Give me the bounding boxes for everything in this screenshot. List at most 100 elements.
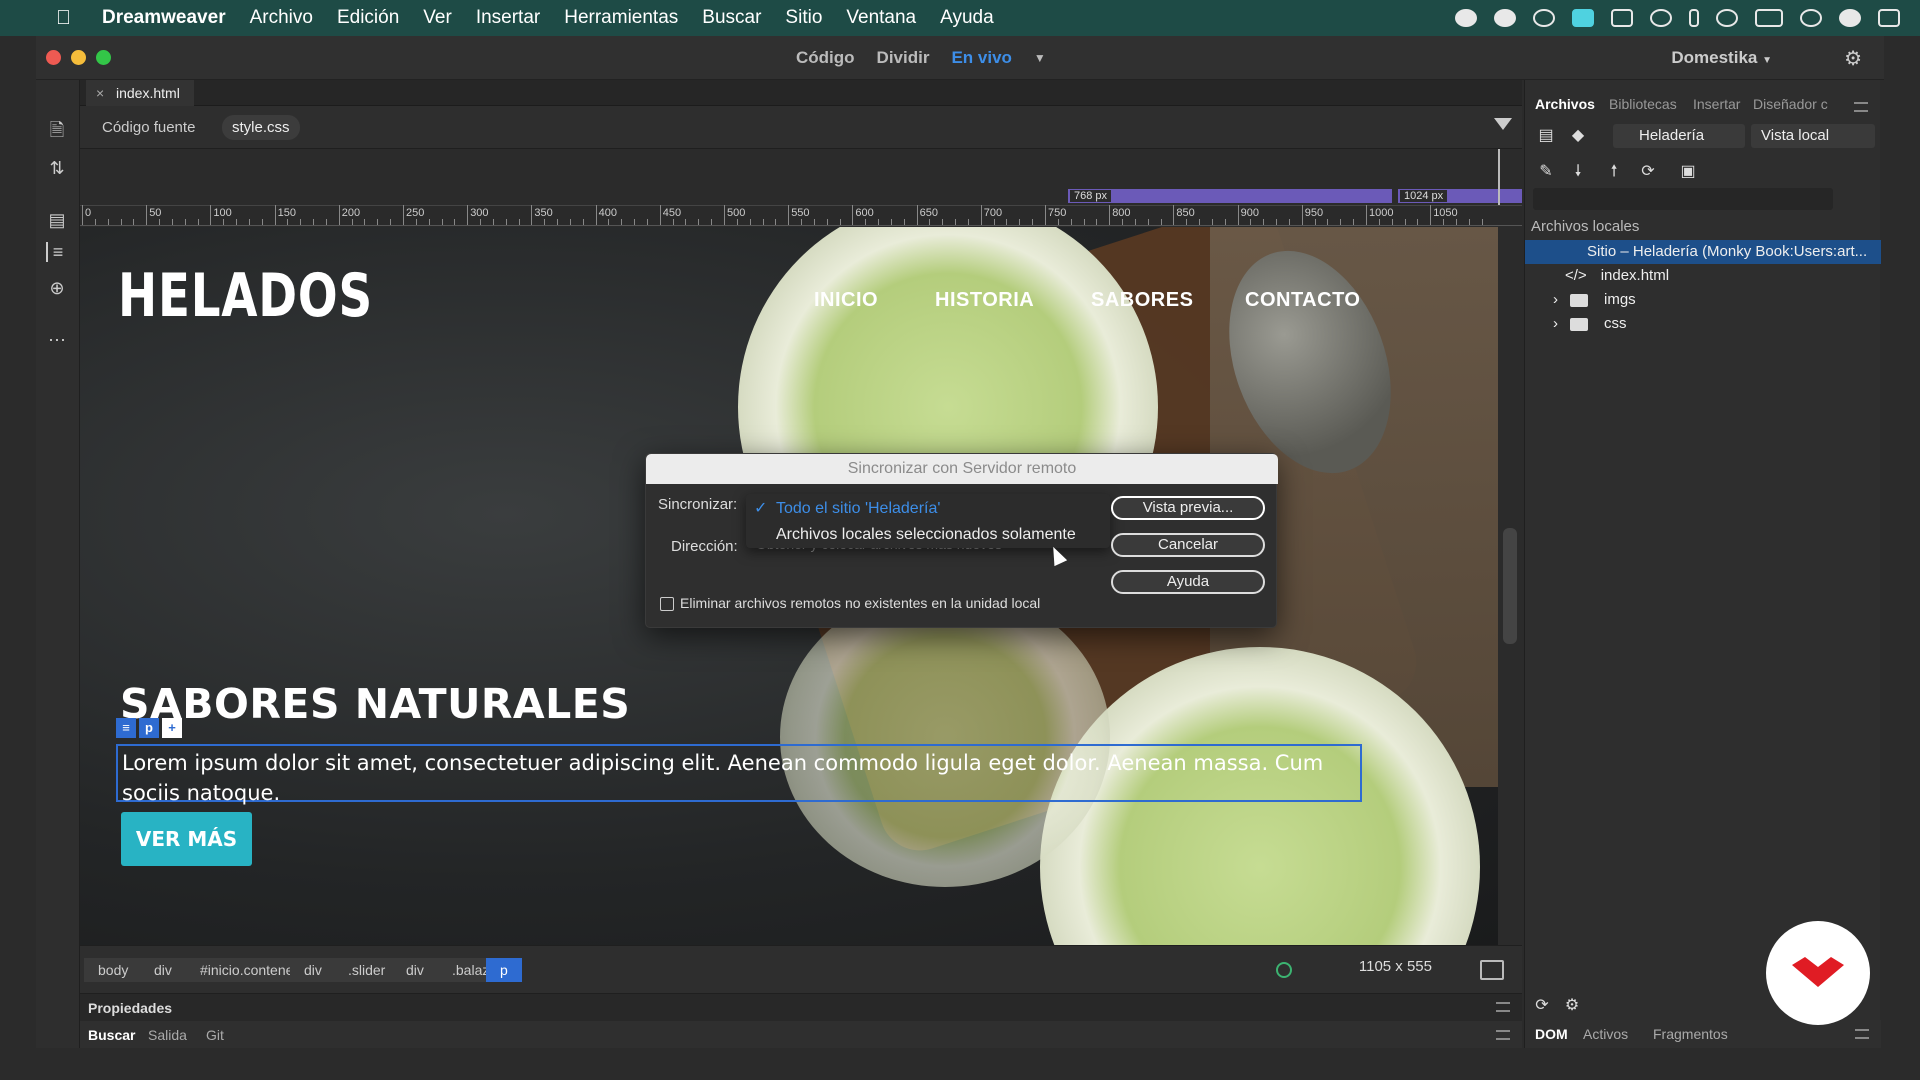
sync-option-selected[interactable]: Archivos locales seleccionados solamente [746, 522, 1110, 548]
tag-crumb[interactable]: div [392, 958, 438, 982]
tab-fragmentos[interactable]: Fragmentos [1653, 1026, 1728, 1042]
tab-archivos[interactable]: Archivos [1535, 96, 1595, 112]
chevron-down-icon[interactable]: ▼ [1034, 51, 1046, 65]
cloud-icon[interactable] [1494, 9, 1516, 27]
properties-icon[interactable]: ▤ [46, 210, 68, 230]
tab-dom[interactable]: DOM [1535, 1026, 1568, 1042]
outline-icon[interactable]: ≡ [46, 242, 68, 262]
tag-crumb[interactable]: .slider [334, 958, 400, 982]
hud-tag-label[interactable]: p [139, 718, 159, 738]
files-search-input[interactable] [1533, 188, 1833, 210]
creative-cloud-icon[interactable] [1533, 9, 1555, 27]
tag-crumb[interactable]: div [290, 958, 336, 982]
file-transfer-icon[interactable]: ⇅ [46, 158, 68, 178]
panel-menu-icon[interactable] [1855, 1029, 1869, 1039]
tab-insertar[interactable]: Insertar [1693, 96, 1740, 112]
hud-add-icon[interactable]: + [162, 718, 182, 738]
settings-gear-icon[interactable]: ⚙ [1844, 46, 1862, 71]
view-split-button[interactable]: Dividir [877, 48, 930, 68]
pencil-icon[interactable]: ✎ [1535, 162, 1557, 182]
menu-sitio[interactable]: Sitio [785, 7, 822, 29]
menu-app-name[interactable]: Dreamweaver [102, 7, 226, 29]
tab-disenador[interactable]: Diseñador c [1753, 96, 1828, 112]
view-code-button[interactable]: Código [796, 48, 855, 68]
validation-ok-icon[interactable] [1276, 962, 1292, 978]
wifi-icon[interactable] [1716, 9, 1738, 27]
panel-menu-icon[interactable] [1496, 1030, 1510, 1040]
tag-crumb[interactable]: body [84, 958, 143, 982]
folder-css[interactable]: › css [1553, 312, 1627, 336]
filter-icon[interactable] [1494, 118, 1512, 130]
tab-bibliotecas[interactable]: Bibliotecas [1609, 96, 1677, 112]
minimize-window-button[interactable] [71, 50, 86, 65]
delete-remote-checkbox[interactable] [660, 597, 674, 611]
view-live-button[interactable]: En vivo [951, 48, 1011, 68]
device-preview-icon[interactable] [1480, 960, 1504, 980]
tab-git[interactable]: Git [206, 1027, 224, 1043]
menu-ventana[interactable]: Ventana [846, 7, 916, 29]
user-avatar-icon[interactable] [1839, 9, 1861, 27]
menu-edicion[interactable]: Edición [337, 7, 399, 29]
connect-icon[interactable]: ▤ [1535, 126, 1557, 146]
help-button[interactable]: Ayuda [1111, 570, 1265, 594]
file-index-html[interactable]: </> index.html [1565, 264, 1669, 288]
nav-contacto[interactable]: CONTACTO [1245, 289, 1360, 312]
site-root-row[interactable]: Sitio – Heladería (Monky Book:Users:art.… [1525, 240, 1881, 264]
nav-inicio[interactable]: INICIO [814, 289, 878, 312]
menu-ver[interactable]: Ver [423, 7, 452, 29]
mq-768[interactable]: 768 px [1068, 189, 1392, 203]
view-select[interactable]: Vista local [1751, 124, 1875, 148]
display-icon[interactable] [1611, 9, 1633, 27]
site-settings-icon[interactable]: ⚙ [1561, 996, 1583, 1016]
viewport-marker[interactable] [1498, 149, 1500, 209]
expand-icon[interactable]: ▣ [1677, 162, 1699, 182]
refresh-icon[interactable]: ⟳ [1531, 996, 1553, 1016]
nav-historia[interactable]: HISTORIA [935, 289, 1034, 312]
selected-paragraph[interactable]: Lorem ipsum dolor sit amet, consectetuer… [116, 744, 1362, 805]
nav-sabores[interactable]: SABORES [1091, 289, 1193, 312]
record-icon[interactable] [1455, 9, 1477, 27]
menu-ayuda[interactable]: Ayuda [940, 7, 994, 29]
page-headline[interactable]: SABORES NATURALES [120, 680, 630, 728]
close-window-button[interactable] [46, 50, 61, 65]
live-view-scrollbar[interactable] [1503, 528, 1517, 644]
hud-menu-icon[interactable]: ≡ [116, 718, 136, 738]
notification-center-icon[interactable] [1878, 9, 1900, 27]
menu-insertar[interactable]: Insertar [476, 7, 540, 29]
mq-1024[interactable]: 1024 px [1398, 189, 1522, 203]
cancel-button[interactable]: Cancelar [1111, 533, 1265, 557]
viewport-size-select[interactable]: 1105 x 555 [1359, 958, 1432, 975]
target-icon[interactable]: ⊕ [46, 278, 68, 298]
new-document-icon[interactable]: 🗎 [46, 120, 68, 140]
time-machine-icon[interactable] [1650, 9, 1672, 27]
tab-salida[interactable]: Salida [148, 1027, 187, 1043]
panel-menu-icon[interactable] [1496, 1002, 1510, 1012]
site-brand[interactable]: HELADOS [118, 261, 373, 331]
properties-title[interactable]: Propiedades [88, 1000, 172, 1016]
sync-dropdown[interactable]: ✓ Todo el sitio 'Heladería' Archivos loc… [746, 494, 1110, 548]
menu-herramientas[interactable]: Herramientas [564, 7, 678, 29]
menu-archivo[interactable]: Archivo [250, 7, 313, 29]
tab-buscar[interactable]: Buscar [88, 1027, 135, 1043]
chevron-right-icon[interactable]: › [1553, 315, 1558, 332]
put-files-icon[interactable]: 🠕 [1603, 162, 1625, 182]
tab-index-html[interactable]: × index.html [86, 80, 194, 106]
sync-option-all[interactable]: ✓ Todo el sitio 'Heladería' [746, 496, 1110, 522]
tag-crumb[interactable]: p [486, 958, 522, 982]
tag-crumb[interactable]: div [140, 958, 186, 982]
menu-buscar[interactable]: Buscar [702, 7, 761, 29]
bluetooth-icon[interactable] [1689, 9, 1699, 27]
folder-imgs[interactable]: › imgs [1553, 288, 1636, 312]
battery-icon[interactable] [1755, 9, 1783, 27]
site-select[interactable]: Heladería [1613, 124, 1745, 148]
get-files-icon[interactable]: 🠗 [1567, 162, 1589, 182]
git-icon[interactable]: ◆ [1567, 126, 1589, 146]
tab-activos[interactable]: Activos [1583, 1026, 1628, 1042]
more-options-icon[interactable]: ⋯ [46, 330, 68, 350]
ver-mas-button[interactable]: VER MÁS [121, 812, 252, 866]
panel-menu-icon[interactable] [1854, 102, 1868, 112]
sync-icon[interactable]: ⟳ [1637, 162, 1659, 182]
close-tab-icon[interactable]: × [96, 80, 104, 106]
apple-icon[interactable]:  [56, 7, 86, 30]
zoom-window-button[interactable] [96, 50, 111, 65]
